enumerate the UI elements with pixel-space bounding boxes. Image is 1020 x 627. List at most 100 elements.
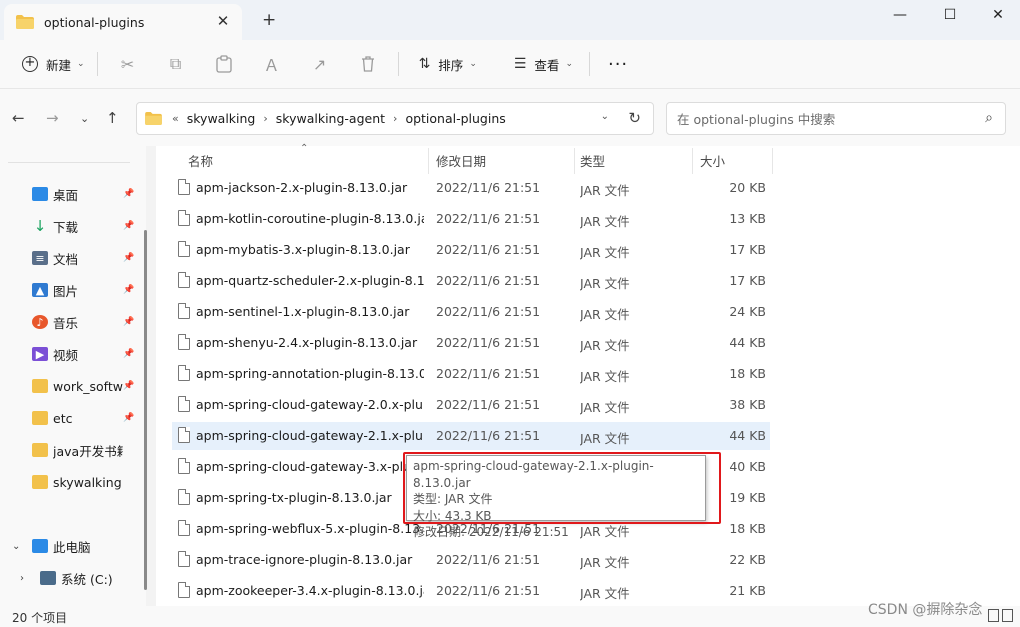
sidebar-item-skywalking[interactable]: skywalking bbox=[0, 467, 140, 497]
file-name: apm-spring-cloud-gateway-3.x-plug bbox=[196, 459, 419, 474]
item-count: 20 个项目 bbox=[12, 611, 68, 625]
file-row[interactable]: apm-trace-ignore-plugin-8.13.0.jar 2022/1… bbox=[172, 546, 770, 574]
file-row[interactable]: apm-sentinel-1.x-plugin-8.13.0.jar 2022/1… bbox=[172, 298, 770, 326]
sidebar-item-desktop[interactable]: 桌面 📌 bbox=[0, 179, 140, 209]
navigation-pane: 桌面 📌 ↓ 下载 📌 ≡ 文档 📌 ▲ 图片 📌 ♪ 音乐 📌 ▶ 视频 📌 … bbox=[0, 146, 147, 606]
file-date: 2022/11/6 21:51 bbox=[436, 242, 541, 257]
pin-icon[interactable]: 📌 bbox=[123, 381, 134, 391]
file-date: 2022/11/6 21:51 bbox=[436, 552, 541, 567]
file-row[interactable]: apm-quartz-scheduler-2.x-plugin-8.1... 20… bbox=[172, 267, 770, 295]
tab-optional-plugins[interactable]: optional-plugins ✕ bbox=[4, 4, 242, 40]
sidebar-item-pictures[interactable]: ▲ 图片 📌 bbox=[0, 275, 140, 305]
pin-icon[interactable]: 📌 bbox=[123, 349, 134, 359]
column-divider[interactable] bbox=[692, 148, 693, 174]
paste-icon[interactable] bbox=[200, 48, 248, 80]
breadcrumb-skywalking[interactable]: skywalking bbox=[187, 111, 256, 126]
refresh-icon[interactable]: ↻ bbox=[628, 109, 641, 127]
sidebar-scrollbar[interactable] bbox=[144, 230, 147, 590]
file-row[interactable]: apm-kotlin-coroutine-plugin-8.13.0.jar 20… bbox=[172, 205, 770, 233]
close-window-button[interactable]: ✕ bbox=[978, 4, 1018, 30]
more-options-button[interactable]: ··· bbox=[608, 54, 628, 75]
chevron-down-icon[interactable]: ⌄ bbox=[12, 541, 20, 552]
breadcrumb-skywalking-agent[interactable]: skywalking-agent bbox=[276, 111, 385, 126]
sidebar-item-java-books[interactable]: java开发书籍 bbox=[0, 435, 140, 465]
maximize-button[interactable]: ☐ bbox=[930, 4, 970, 30]
minimize-button[interactable]: — bbox=[880, 4, 920, 30]
download-icon: ↓ bbox=[33, 217, 47, 235]
file-type: JAR 文件 bbox=[580, 183, 630, 198]
folder-icon bbox=[32, 475, 48, 489]
new-button[interactable]: + 新建 ⌄ bbox=[16, 48, 91, 80]
sidebar-item-label: 视频 bbox=[53, 347, 79, 363]
view-button[interactable]: ☰ 查看 ⌄ bbox=[504, 48, 583, 80]
sort-icon: ⇅ bbox=[418, 56, 431, 72]
column-header-date[interactable]: 修改日期 bbox=[436, 146, 486, 174]
new-tab-button[interactable]: + bbox=[262, 10, 276, 30]
file-row[interactable]: apm-spring-annotation-plugin-8.13.0... 20… bbox=[172, 360, 770, 388]
column-divider[interactable] bbox=[772, 148, 773, 174]
file-row[interactable]: apm-mybatis-3.x-plugin-8.13.0.jar 2022/11… bbox=[172, 236, 770, 264]
sidebar-item-music[interactable]: ♪ 音乐 📌 bbox=[0, 307, 140, 337]
pin-icon[interactable]: 📌 bbox=[123, 317, 134, 327]
column-divider[interactable] bbox=[574, 148, 575, 174]
chevron-right-icon[interactable]: › bbox=[393, 112, 397, 125]
details-view-icon[interactable] bbox=[988, 609, 999, 622]
sidebar-item-videos[interactable]: ▶ 视频 📌 bbox=[0, 339, 140, 369]
sidebar-item-etc[interactable]: etc 📌 bbox=[0, 403, 140, 433]
chevron-down-icon: ⌄ bbox=[77, 59, 85, 69]
column-header-size[interactable]: 大小 bbox=[700, 146, 725, 174]
chevron-down-icon: ⌄ bbox=[469, 59, 477, 69]
file-size: 18 KB bbox=[729, 366, 766, 381]
address-row: ← → ⌄ ↑ « skywalking › skywalking-agent … bbox=[0, 88, 1020, 146]
breadcrumb-overflow[interactable]: « bbox=[172, 112, 179, 125]
file-row[interactable]: apm-jackson-2.x-plugin-8.13.0.jar 2022/11… bbox=[172, 174, 770, 202]
column-divider[interactable] bbox=[428, 148, 429, 174]
file-row[interactable]: apm-spring-cloud-gateway-2.1.x-plu... 202… bbox=[172, 422, 770, 450]
pictures-icon: ▲ bbox=[32, 283, 48, 297]
rename-icon[interactable]: Ａ bbox=[248, 48, 296, 80]
back-arrow-icon[interactable]: ← bbox=[12, 109, 25, 127]
pin-icon[interactable]: 📌 bbox=[123, 189, 134, 199]
sidebar-item-this-pc[interactable]: ⌄ 此电脑 bbox=[0, 531, 140, 561]
pin-icon[interactable]: 📌 bbox=[123, 221, 134, 231]
pin-icon[interactable]: 📌 bbox=[123, 253, 134, 263]
tiles-view-icon[interactable] bbox=[1002, 609, 1013, 622]
file-name: apm-spring-cloud-gateway-2.0.x-plu... bbox=[196, 397, 424, 412]
address-bar[interactable]: « skywalking › skywalking-agent › option… bbox=[136, 102, 654, 135]
sidebar-item-work-software[interactable]: work_software 📌 bbox=[0, 371, 140, 401]
cut-icon[interactable]: ✂ bbox=[104, 48, 152, 80]
chevron-right-icon[interactable]: › bbox=[263, 112, 267, 125]
pin-icon[interactable]: 📌 bbox=[123, 413, 134, 423]
folder-icon bbox=[32, 443, 48, 457]
recent-chevron-icon[interactable]: ⌄ bbox=[80, 112, 89, 125]
sidebar-item-drive-c[interactable]: › 系统 (C:) bbox=[0, 563, 140, 593]
search-placeholder: 在 optional-plugins 中搜索 bbox=[677, 112, 836, 127]
delete-icon[interactable] bbox=[344, 48, 392, 80]
search-icon: ⌕ bbox=[985, 110, 993, 126]
view-toggle[interactable] bbox=[988, 609, 1014, 623]
sidebar-item-label: 此电脑 bbox=[53, 539, 91, 555]
file-size: 13 KB bbox=[729, 211, 766, 226]
copy-icon[interactable]: ⧉ bbox=[152, 48, 200, 80]
plus-icon: + bbox=[22, 56, 38, 72]
pin-icon[interactable]: 📌 bbox=[123, 285, 134, 295]
share-icon[interactable]: ↗ bbox=[296, 48, 344, 80]
forward-arrow-icon[interactable]: → bbox=[46, 109, 59, 127]
sort-button[interactable]: ⇅ 排序 ⌄ bbox=[409, 48, 487, 80]
view-list-icon: ☰ bbox=[513, 56, 527, 72]
tab-close-icon[interactable]: ✕ bbox=[214, 12, 232, 30]
file-row[interactable]: apm-spring-cloud-gateway-2.0.x-plu... 202… bbox=[172, 391, 770, 419]
sidebar-item-documents[interactable]: ≡ 文档 📌 bbox=[0, 243, 140, 273]
up-arrow-icon[interactable]: ↑ bbox=[106, 109, 119, 127]
address-dropdown-icon[interactable]: ⌄ bbox=[601, 111, 609, 122]
column-header-name[interactable]: 名称 bbox=[188, 146, 213, 174]
chevron-right-icon[interactable]: › bbox=[20, 573, 24, 584]
search-input[interactable]: 在 optional-plugins 中搜索 ⌕ bbox=[666, 102, 1006, 135]
file-icon bbox=[178, 520, 190, 536]
column-header-type[interactable]: 类型 bbox=[580, 146, 605, 174]
file-row[interactable]: apm-zookeeper-3.4.x-plugin-8.13.0.jar 202… bbox=[172, 577, 770, 605]
file-row[interactable]: apm-shenyu-2.4.x-plugin-8.13.0.jar 2022/1… bbox=[172, 329, 770, 357]
sidebar-item-downloads[interactable]: ↓ 下载 📌 bbox=[0, 211, 140, 241]
breadcrumb-optional-plugins[interactable]: optional-plugins bbox=[405, 111, 505, 126]
file-icon bbox=[178, 179, 190, 195]
